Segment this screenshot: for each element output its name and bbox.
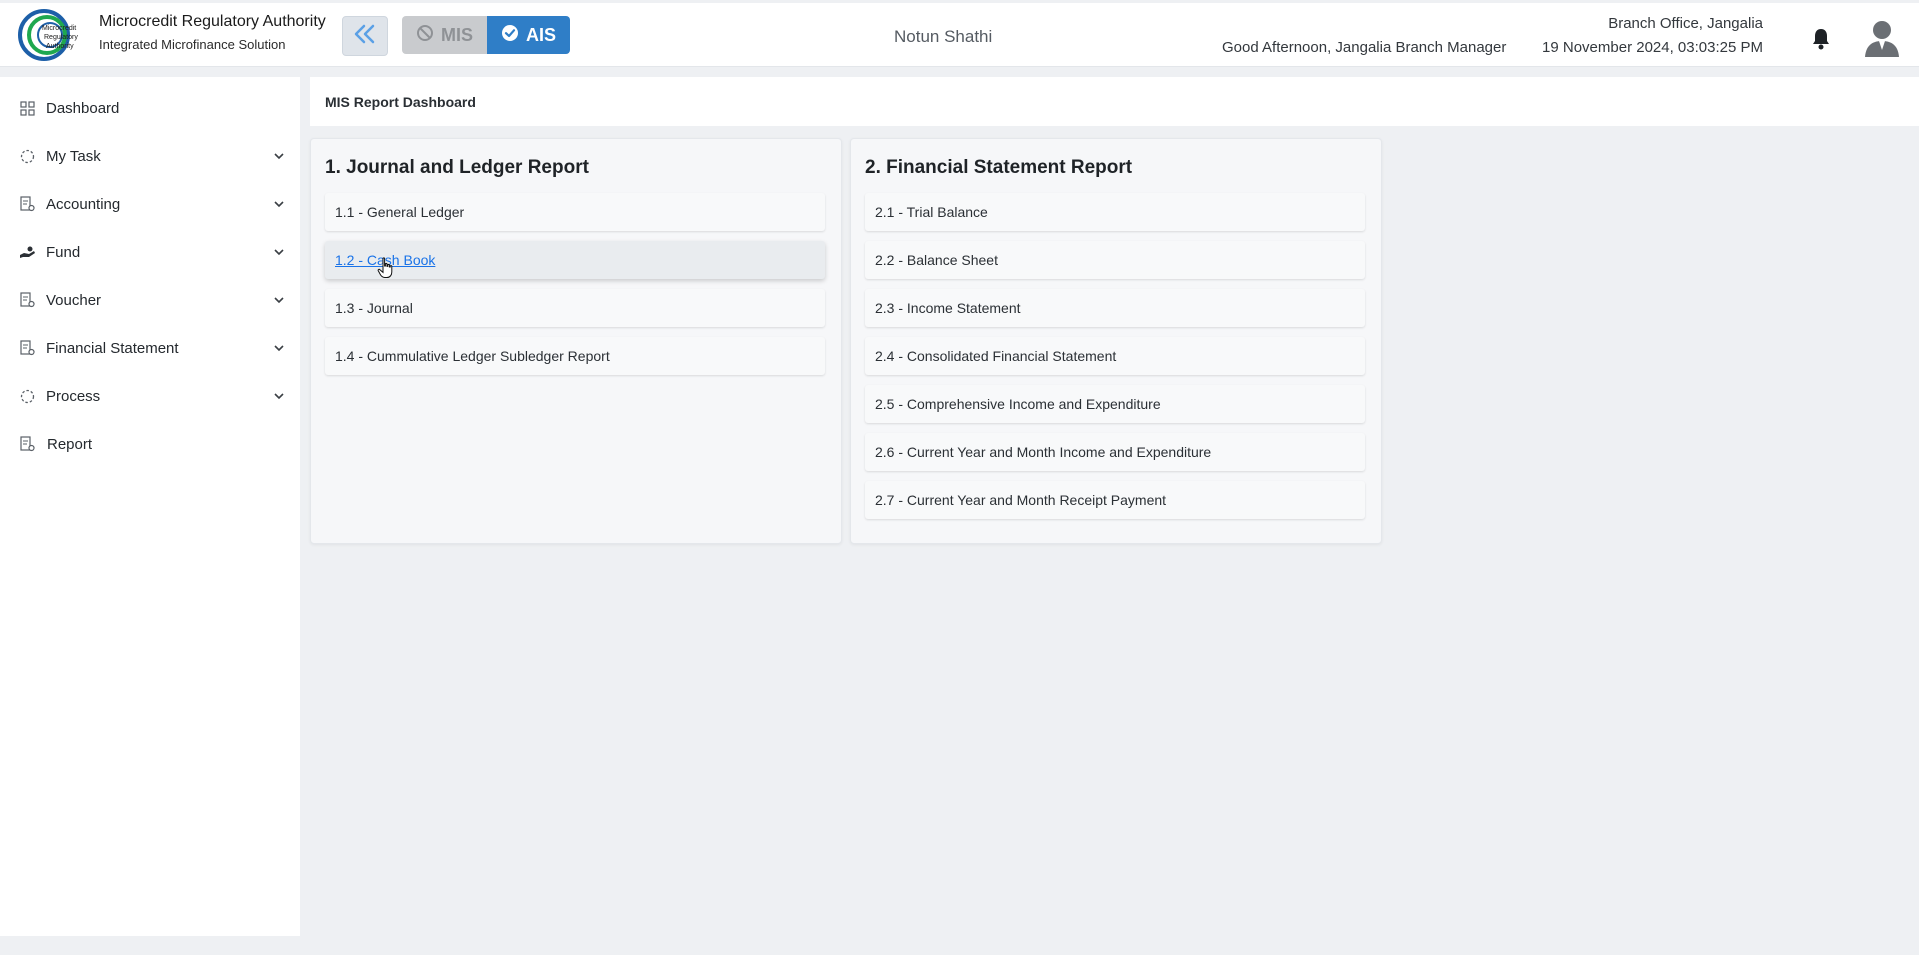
page-header-bar: MIS Report Dashboard — [310, 77, 1919, 126]
document-gear-icon — [19, 196, 36, 213]
report-link-income-statement[interactable]: 2.3 - Income Statement — [865, 289, 1365, 327]
sidebar-item-process[interactable]: Process — [0, 374, 300, 418]
org-name: Microcredit Regulatory Authority — [99, 13, 326, 30]
sidebar-item-my-task[interactable]: My Task — [0, 134, 300, 178]
sidebar-item-label: My Task — [46, 147, 101, 165]
chevron-down-icon — [272, 149, 286, 163]
report-link-label: 2.7 - Current Year and Month Receipt Pay… — [875, 492, 1167, 508]
current-datetime: 19 November 2024, 03:03:25 PM — [1542, 39, 1763, 56]
sidebar-item-fund[interactable]: Fund — [0, 230, 300, 274]
chevron-down-icon — [272, 293, 286, 307]
report-link-label: 2.3 - Income Statement — [875, 300, 1021, 316]
sidebar-item-label: Report — [47, 435, 93, 453]
check-circle-icon — [501, 24, 519, 47]
financial-statement-report-card: 2. Financial Statement Report 2.1 - Tria… — [850, 138, 1382, 544]
chevron-down-icon — [272, 341, 286, 355]
report-link-trial-balance[interactable]: 2.1 - Trial Balance — [865, 193, 1365, 231]
sidebar-item-label: Fund — [46, 243, 81, 261]
chevron-down-icon — [272, 245, 286, 259]
report-link-label: 2.4 - Consolidated Financial Statement — [875, 348, 1117, 364]
sidebar-item-label: Voucher — [46, 291, 102, 309]
report-link-cash-book[interactable]: 1.2 - Cash Book — [325, 241, 825, 279]
double-chevron-left-icon — [352, 23, 378, 50]
report-link-cummulative-ledger-subledger[interactable]: 1.4 - Cummulative Ledger Subledger Repor… — [325, 337, 825, 375]
report-link-label: 2.6 - Current Year and Month Income and … — [875, 444, 1212, 460]
mra-logo: Microcredit Regulatory Authority — [17, 8, 89, 62]
sidebar-item-report[interactable]: Report — [0, 422, 300, 466]
card-title: 2. Financial Statement Report — [865, 157, 1133, 178]
report-link-label: 2.1 - Trial Balance — [875, 204, 988, 220]
svg-text:Microcredit: Microcredit — [42, 25, 76, 32]
page-title: MIS Report Dashboard — [325, 94, 476, 110]
card-title: 1. Journal and Ledger Report — [325, 157, 589, 178]
report-link-label: 1.4 - Cummulative Ledger Subledger Repor… — [335, 348, 610, 364]
document-gear-icon — [19, 340, 36, 357]
top-header: Microcredit Regulatory Authority Microcr… — [0, 3, 1919, 67]
report-link-current-year-month-receipt-payment[interactable]: 2.7 - Current Year and Month Receipt Pay… — [865, 481, 1365, 519]
mis-mode-label: MIS — [441, 24, 474, 45]
svg-text:Regulatory: Regulatory — [44, 34, 78, 41]
dashed-circle-icon — [19, 148, 36, 165]
sidebar: Dashboard My Task Accounting Fund Vouche… — [0, 77, 300, 936]
organization-title: Notun Shathi — [894, 27, 993, 46]
bell-icon[interactable] — [1810, 27, 1832, 51]
sidebar-item-voucher[interactable]: Voucher — [0, 278, 300, 322]
sidebar-item-label: Dashboard — [46, 99, 120, 117]
report-link-current-year-month-income-expenditure[interactable]: 2.6 - Current Year and Month Income and … — [865, 433, 1365, 471]
journal-ledger-report-card: 1. Journal and Ledger Report 1.1 - Gener… — [310, 138, 842, 544]
ais-mode-label: AIS — [526, 24, 557, 45]
hand-coin-icon — [19, 244, 36, 261]
report-link-label: 1.3 - Journal — [335, 300, 413, 316]
sidebar-item-label: Process — [46, 387, 101, 405]
document-gear-icon — [19, 436, 36, 453]
sidebar-item-dashboard[interactable]: Dashboard — [0, 86, 300, 130]
sidebar-item-label: Accounting — [46, 195, 121, 213]
dashed-circle-icon — [19, 388, 36, 405]
ban-icon — [416, 24, 434, 47]
report-link-label: 2.2 - Balance Sheet — [875, 252, 998, 268]
sidebar-item-accounting[interactable]: Accounting — [0, 182, 300, 226]
chevron-down-icon — [272, 197, 286, 211]
sidebar-item-financial-statement[interactable]: Financial Statement — [0, 326, 300, 370]
report-link-general-ledger[interactable]: 1.1 - General Ledger — [325, 193, 825, 231]
branch-name: Branch Office, Jangalia — [1608, 15, 1763, 32]
report-link-journal[interactable]: 1.3 - Journal — [325, 289, 825, 327]
user-avatar[interactable] — [1862, 17, 1902, 57]
mode-toggle: MIS AIS — [402, 16, 571, 54]
report-link-label: 2.5 - Comprehensive Income and Expenditu… — [875, 396, 1161, 412]
collapse-sidebar-button[interactable] — [342, 16, 388, 56]
sidebar-item-label: Financial Statement — [46, 339, 179, 357]
grid-icon — [19, 100, 36, 117]
report-link-comprehensive-income-expenditure[interactable]: 2.5 - Comprehensive Income and Expenditu… — [865, 385, 1365, 423]
report-link-consolidated-financial-statement[interactable]: 2.4 - Consolidated Financial Statement — [865, 337, 1365, 375]
greeting-text: Good Afternoon, Jangalia Branch Manager — [1222, 39, 1507, 56]
ais-mode-button[interactable]: AIS — [487, 16, 571, 54]
report-link-label: 1.2 - Cash Book — [335, 252, 436, 268]
document-gear-icon — [19, 292, 36, 309]
report-link-balance-sheet[interactable]: 2.2 - Balance Sheet — [865, 241, 1365, 279]
chevron-down-icon — [272, 389, 286, 403]
report-link-label: 1.1 - General Ledger — [335, 204, 465, 220]
org-subtitle: Integrated Microfinance Solution — [99, 37, 286, 52]
svg-text:Authority: Authority — [46, 43, 74, 50]
mis-mode-button[interactable]: MIS — [402, 16, 488, 54]
